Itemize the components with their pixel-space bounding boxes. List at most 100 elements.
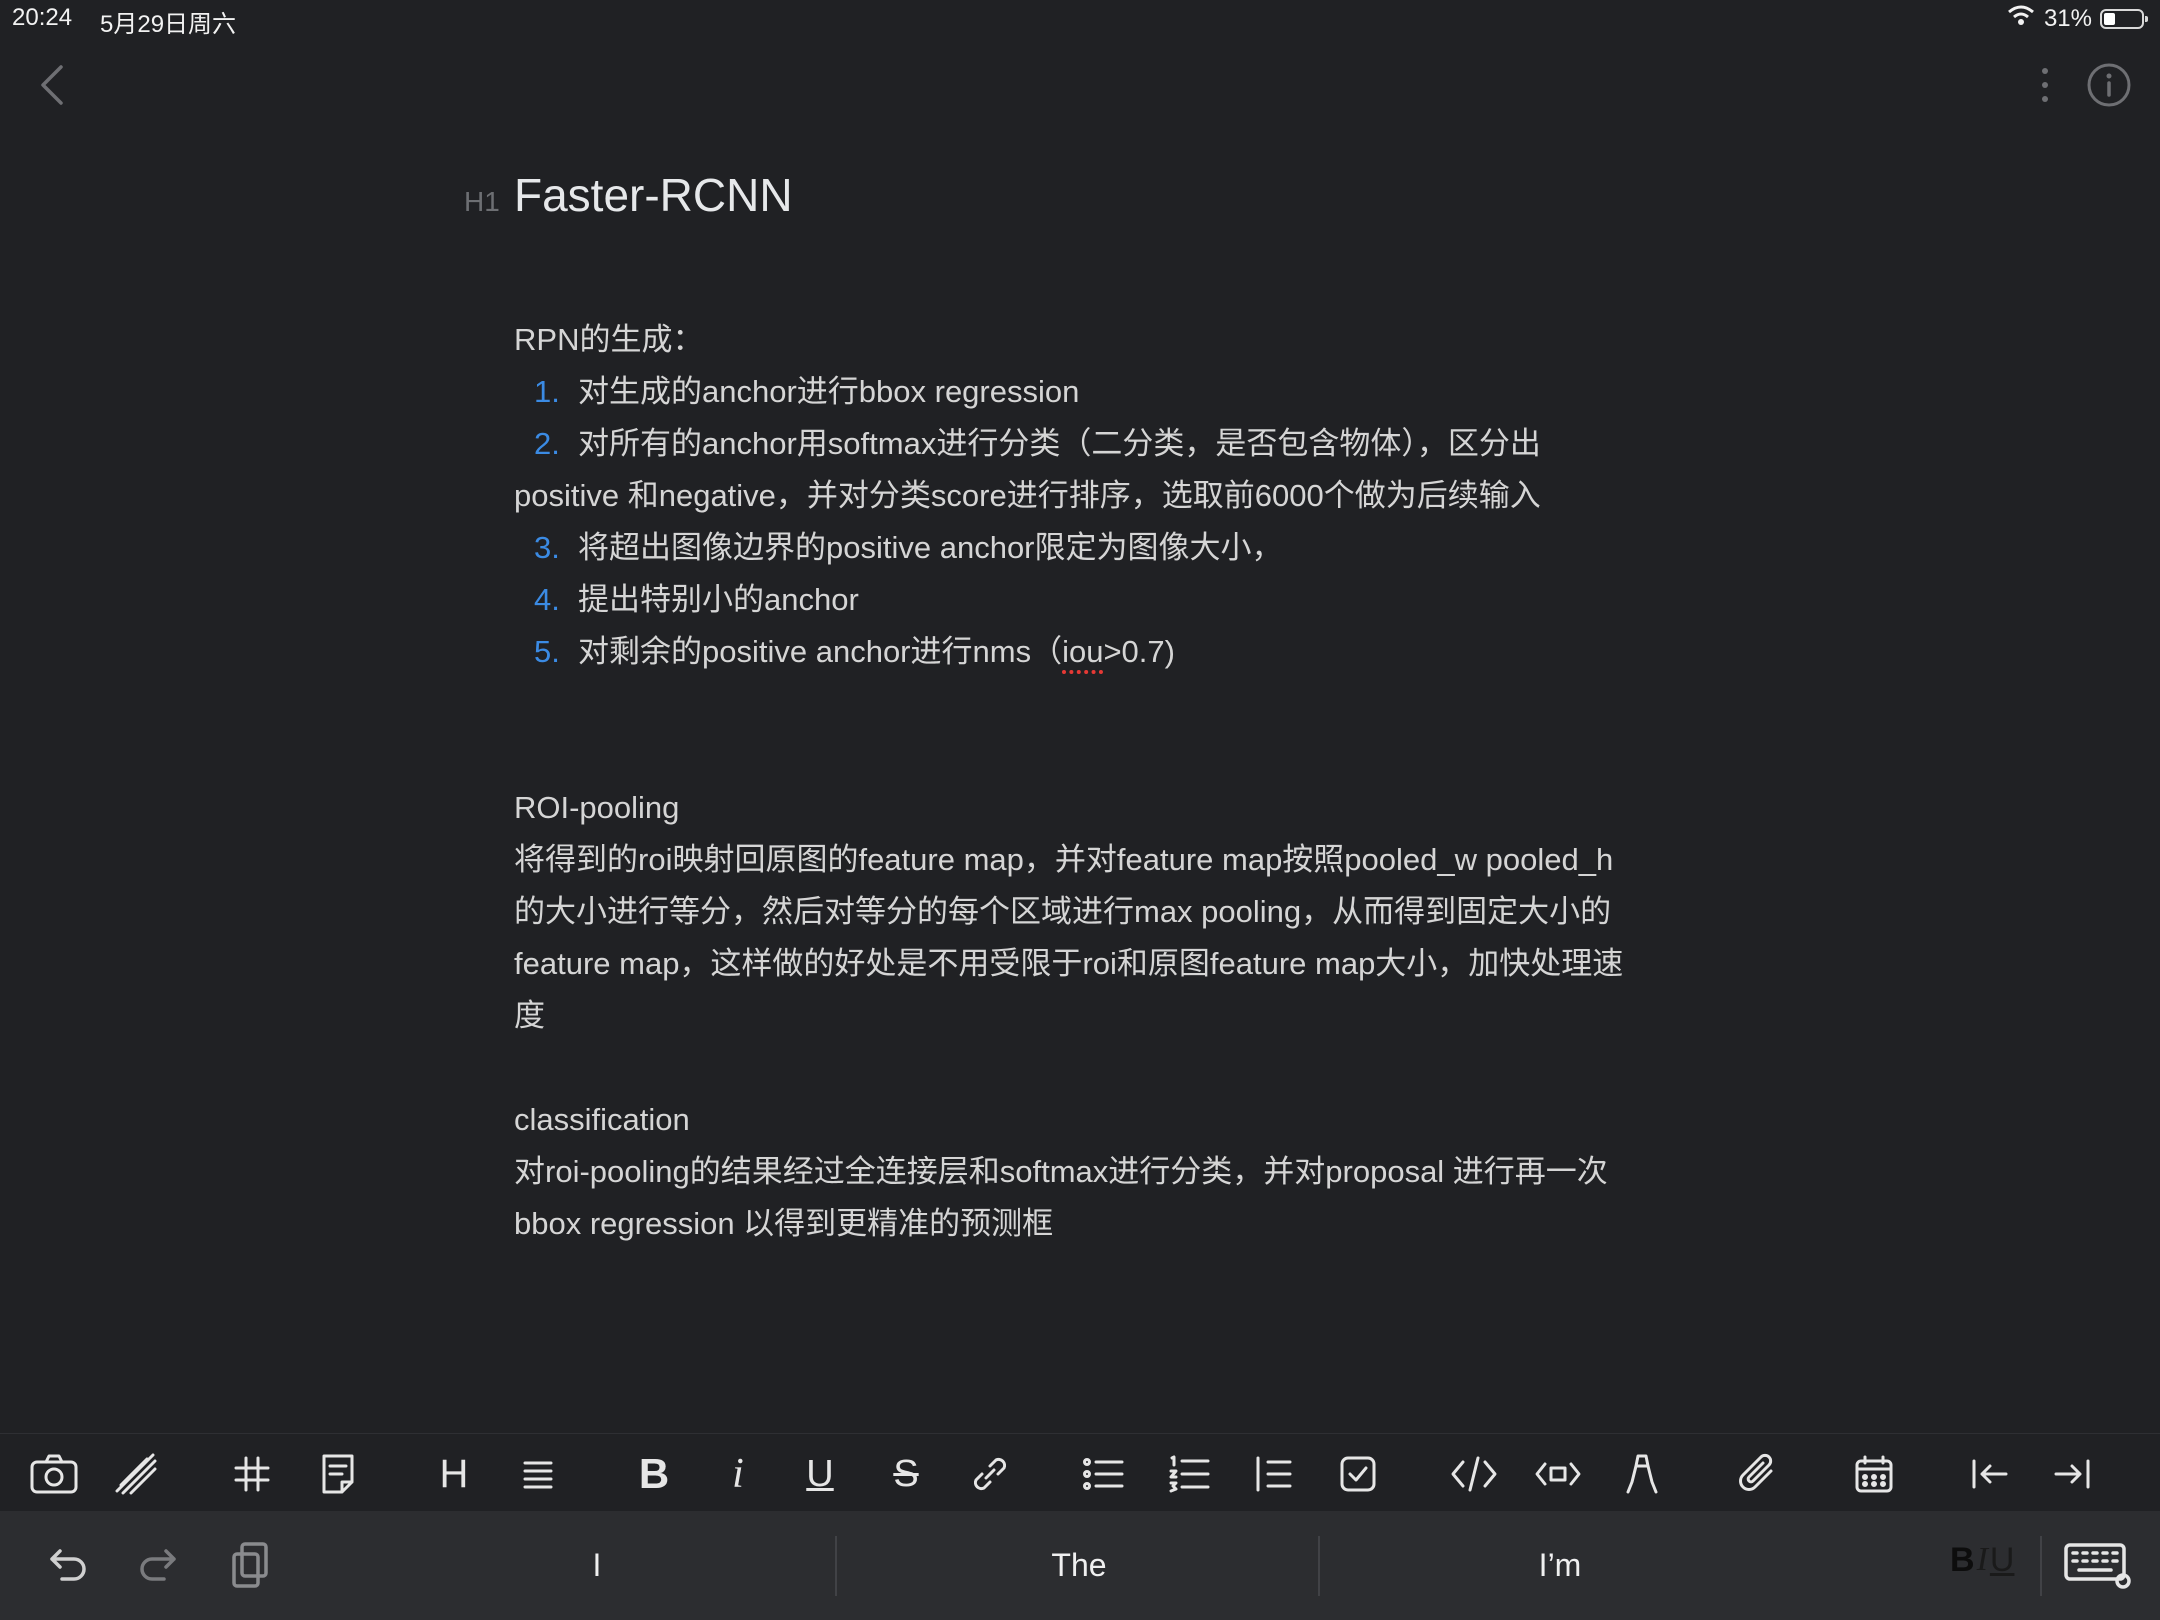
blockquote-icon <box>1256 1456 1292 1492</box>
marker-icon <box>1626 1454 1658 1494</box>
battery-fill <box>2104 12 2115 25</box>
italic-button[interactable]: i <box>708 1444 768 1504</box>
redo-icon <box>140 1549 176 1581</box>
status-date: 5月29日周六 <box>100 11 237 38</box>
status-bar: 20:24 5月29日周六 31% <box>0 0 2160 40</box>
note-body[interactable]: RPN的生成： 1. 对生成的anchor进行bbox regression 2… <box>514 314 1644 1250</box>
roi-section-title: ROI-pooling <box>514 790 680 825</box>
link-button[interactable] <box>960 1444 1020 1504</box>
list-item: 3. 将超出图像边界的positive anchor限定为图像大小， <box>514 522 1644 574</box>
rpn-steps-list: 1. 对生成的anchor进行bbox regression 2. 对所有的an… <box>514 366 1644 678</box>
rpn-section-title: RPN的生成： <box>514 322 704 357</box>
note-title[interactable]: Faster-RCNN <box>514 168 793 222</box>
more-options-button[interactable] <box>2030 62 2060 108</box>
list-number: 4. <box>534 582 560 617</box>
paperclip-icon <box>1739 1453 1773 1491</box>
biu-underline: U <box>1989 1541 2015 1579</box>
checkbox-icon <box>1340 1456 1376 1492</box>
indent-button[interactable] <box>2042 1444 2102 1504</box>
biu-bold: B <box>1950 1541 1975 1579</box>
classification-section-body: 对roi-pooling的结果经过全连接层和softmax进行分类，并对prop… <box>514 1154 1608 1241</box>
suggestion-1[interactable]: I <box>380 1511 814 1620</box>
bullet-list-icon <box>1083 1458 1124 1490</box>
hashtag-icon <box>234 1456 270 1492</box>
code-icon <box>1451 1456 1497 1492</box>
list-number: 1. <box>534 374 560 409</box>
list-item-text: 提出特别小的anchor <box>578 582 859 617</box>
text-format-shortcut[interactable]: B I U <box>1950 1541 2014 1580</box>
heading-row: H1 Faster-RCNN <box>464 168 1644 232</box>
outdent-button[interactable] <box>1960 1444 2020 1504</box>
list-item-text-end: >0.7) <box>1103 634 1175 669</box>
status-time: 20:24 <box>12 4 73 31</box>
attachment-button[interactable] <box>1728 1444 1788 1504</box>
toolbar-divider <box>2040 1536 2042 1596</box>
suggestion-2[interactable]: The <box>856 1511 1302 1620</box>
clipboard-icon <box>232 1542 268 1588</box>
list-item-text: 对生成的anchor进行bbox regression <box>578 374 1080 409</box>
chevron-left-icon <box>41 65 63 105</box>
suggestion-3[interactable]: I’m <box>1340 1511 1780 1620</box>
numbered-list-icon <box>1169 1455 1210 1493</box>
outdent-icon <box>1972 1459 2008 1489</box>
heading-button[interactable]: H <box>424 1444 484 1504</box>
list-number: 3. <box>534 530 560 565</box>
list-number: 5. <box>534 634 560 669</box>
undo-button[interactable] <box>36 1533 100 1597</box>
list-item: 5. 对剩余的positive anchor进行nms（iou>0.7) <box>514 626 1644 678</box>
keyboard-shortcut-bar: I The I’m B I U <box>0 1511 2160 1620</box>
roi-section-body: 将得到的roi映射回原图的feature map，并对feature map按照… <box>514 842 1624 1033</box>
classification-section-title: classification <box>514 1102 690 1137</box>
align-button[interactable] <box>508 1444 568 1504</box>
vertical-dots-icon <box>2042 68 2048 102</box>
biu-italic: I <box>1976 1541 1988 1578</box>
list-item-text: 对剩余的positive anchor进行nms（ <box>578 634 1063 669</box>
camera-icon <box>30 1454 78 1494</box>
list-item: 1. 对生成的anchor进行bbox regression <box>514 366 1644 418</box>
list-item: 4. 提出特别小的anchor <box>514 574 1644 626</box>
numbered-list-button[interactable] <box>1160 1444 1220 1504</box>
paragraph-lines-icon <box>523 1461 553 1489</box>
spellcheck-flagged-word[interactable]: iou <box>1062 634 1103 669</box>
bulleted-list-button[interactable] <box>1074 1444 1134 1504</box>
paste-button[interactable] <box>218 1533 282 1597</box>
camera-button[interactable] <box>24 1444 84 1504</box>
note-link-button[interactable] <box>308 1444 368 1504</box>
highlighter-button[interactable] <box>1612 1444 1672 1504</box>
info-button[interactable] <box>2086 62 2132 108</box>
heading-level-marker: H1 <box>464 186 500 217</box>
battery-icon <box>2100 8 2148 29</box>
status-right: 31% <box>2006 4 2148 33</box>
note-icon <box>322 1454 354 1494</box>
suggestion-divider <box>835 1536 837 1596</box>
indent-icon <box>2054 1459 2090 1489</box>
calendar-icon <box>1855 1455 1893 1493</box>
drawing-button[interactable] <box>106 1444 166 1504</box>
date-button[interactable] <box>1844 1444 1904 1504</box>
list-item-text: 将超出图像边界的positive anchor限定为图像大小， <box>578 530 1283 565</box>
back-button[interactable] <box>30 60 74 110</box>
list-number: 2. <box>534 426 560 461</box>
code-block-icon <box>1535 1462 1581 1486</box>
suggestion-divider <box>1318 1536 1320 1596</box>
bold-button[interactable]: B <box>624 1444 684 1504</box>
list-item: 2. 对所有的anchor用softmax进行分类（二分类，是否包含物体），区分… <box>514 418 1644 522</box>
code-button[interactable] <box>1444 1444 1504 1504</box>
code-block-button[interactable] <box>1528 1444 1588 1504</box>
info-icon <box>2087 63 2131 107</box>
quote-button[interactable] <box>1244 1444 1304 1504</box>
format-toolbar: H B i U S <box>0 1433 2160 1512</box>
note-editor[interactable]: H1 Faster-RCNN RPN的生成： 1. 对生成的anchor进行bb… <box>464 168 1644 1250</box>
wifi-icon <box>2006 4 2036 33</box>
underline-button[interactable]: U <box>790 1444 850 1504</box>
tag-button[interactable] <box>222 1444 282 1504</box>
scribble-icon <box>115 1453 157 1495</box>
link-icon <box>973 1457 1007 1491</box>
battery-percent: 31% <box>2043 4 2092 32</box>
undo-icon <box>50 1549 86 1581</box>
hide-keyboard-button[interactable] <box>2060 1533 2136 1597</box>
list-item-text: 对所有的anchor用softmax进行分类（二分类，是否包含物体），区分出po… <box>514 426 1541 513</box>
strikethrough-button[interactable]: S <box>876 1444 936 1504</box>
checkbox-button[interactable] <box>1328 1444 1388 1504</box>
redo-button[interactable] <box>126 1533 190 1597</box>
